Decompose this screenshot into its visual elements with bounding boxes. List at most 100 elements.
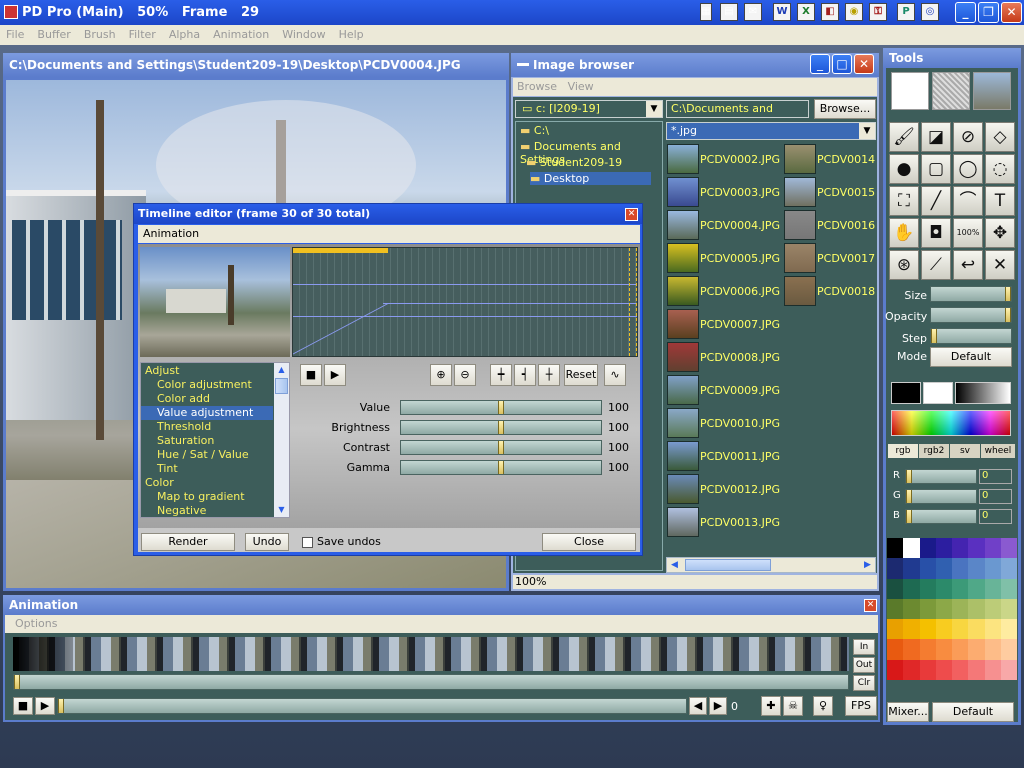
timeline-menu-animation[interactable]: Animation: [143, 227, 199, 240]
thumbnail[interactable]: [667, 375, 699, 405]
list-item[interactable]: Color adjustment: [141, 378, 273, 392]
slider-knob[interactable]: [906, 470, 912, 483]
thumbnail[interactable]: [667, 243, 699, 273]
scroll-left-icon[interactable]: ◀: [667, 558, 682, 572]
palette-swatch[interactable]: [935, 639, 952, 660]
palette-swatch[interactable]: [1000, 619, 1017, 640]
thumbnail[interactable]: [667, 342, 699, 372]
g-slider[interactable]: [905, 489, 977, 504]
list-item[interactable]: Map to gradient: [141, 490, 273, 504]
param-contrast-slider[interactable]: [400, 440, 602, 455]
file-name[interactable]: PCDV0006.JPG: [700, 285, 780, 298]
keyframe-graph[interactable]: [292, 247, 638, 406]
menu-animation[interactable]: Animation: [213, 28, 269, 41]
publisher-icon[interactable]: P: [897, 3, 915, 21]
remove-keyframe-icon[interactable]: ┥: [514, 364, 536, 386]
close-button[interactable]: ✕: [1001, 2, 1022, 23]
file-name[interactable]: PCDV0018.J: [817, 285, 876, 298]
palette-swatch[interactable]: [919, 619, 936, 640]
file-name[interactable]: PCDV0007.JPG: [700, 318, 780, 331]
menu-file[interactable]: File: [6, 28, 24, 41]
file-name[interactable]: PCDV0013.JPG: [700, 516, 780, 529]
file-name[interactable]: PCDV0005.JPG: [700, 252, 780, 265]
menu-alpha[interactable]: Alpha: [169, 28, 200, 41]
palette-swatch[interactable]: [984, 659, 1001, 680]
param-brightness-slider[interactable]: [400, 420, 602, 435]
palette-swatch[interactable]: [887, 639, 904, 660]
restore-button[interactable]: ❐: [978, 2, 999, 23]
tab-wheel[interactable]: wheel: [981, 444, 1015, 458]
palette-swatch[interactable]: [984, 578, 1001, 599]
b-value[interactable]: 0: [979, 509, 1012, 524]
browser-maximize-button[interactable]: □: [832, 54, 852, 74]
browser-hscrollbar[interactable]: ◀ ▶: [666, 557, 876, 573]
opacity-slider[interactable]: [930, 307, 1012, 323]
chevron-down-icon[interactable]: ▼: [859, 123, 875, 139]
palette-swatch[interactable]: [903, 538, 920, 559]
browse-button[interactable]: Browse...: [814, 99, 876, 119]
tree-item-desktop[interactable]: ▬ Desktop: [530, 172, 652, 185]
file-name[interactable]: PCDV0017.J: [817, 252, 876, 265]
secondary-color-swatch[interactable]: [923, 382, 953, 404]
tab-rgb2[interactable]: rgb2: [919, 444, 949, 458]
prev-frame-button[interactable]: ◀: [689, 697, 707, 715]
file-name[interactable]: PCDV0016.J: [817, 219, 876, 232]
r-slider[interactable]: [905, 469, 977, 484]
palette-swatch[interactable]: [968, 659, 985, 680]
onion-skin-button[interactable]: ♀: [813, 696, 833, 716]
palette-swatch[interactable]: [952, 619, 969, 640]
list-item[interactable]: Color add: [141, 392, 273, 406]
timeline-close-icon[interactable]: ✕: [625, 208, 638, 221]
zoom-in-icon[interactable]: ⊕: [430, 364, 452, 386]
file-name[interactable]: PCDV0014.J: [817, 153, 876, 166]
slider-knob[interactable]: [906, 490, 912, 503]
fps-button[interactable]: FPS: [845, 696, 877, 716]
list-item[interactable]: Negative: [141, 504, 273, 517]
palette-swatch[interactable]: [935, 619, 952, 640]
palette-swatch[interactable]: [903, 619, 920, 640]
thumbnail[interactable]: [784, 177, 816, 207]
slider-knob[interactable]: [498, 401, 504, 414]
thumbnail[interactable]: [667, 177, 699, 207]
slider-knob[interactable]: [498, 461, 504, 474]
excel-icon[interactable]: X: [797, 3, 815, 21]
frame-scrubber[interactable]: [13, 674, 849, 690]
browser-menu-view[interactable]: View: [568, 80, 594, 93]
palette-swatch[interactable]: [1000, 659, 1017, 680]
file-name[interactable]: PCDV0012.JPG: [700, 483, 780, 496]
add-frame-button[interactable]: ✚: [761, 696, 781, 716]
palette-swatch[interactable]: [952, 659, 969, 680]
tab-sv[interactable]: sv: [950, 444, 980, 458]
list-item[interactable]: Threshold: [141, 420, 273, 434]
palette-swatch[interactable]: [952, 538, 969, 559]
select-rect-icon[interactable]: ⛶: [889, 186, 919, 216]
clr-button[interactable]: Clr: [853, 675, 875, 691]
palette-swatch[interactable]: [887, 538, 904, 559]
slider-knob[interactable]: [498, 441, 504, 454]
thumbnail[interactable]: [784, 144, 816, 174]
brush-preview-image[interactable]: [973, 72, 1011, 110]
slider-knob[interactable]: [931, 329, 937, 343]
list-item[interactable]: Color: [141, 476, 273, 490]
rectangle-icon[interactable]: ▢: [921, 154, 951, 184]
file-name[interactable]: PCDV0011.JPG: [700, 450, 780, 463]
filmstrip[interactable]: [13, 637, 849, 671]
palette-swatch[interactable]: [887, 558, 904, 579]
palette-swatch[interactable]: [968, 558, 985, 579]
curve-icon[interactable]: ⌒: [953, 186, 983, 216]
brush-preview-dot[interactable]: [891, 72, 929, 110]
timeline-stop-button[interactable]: ■: [300, 364, 322, 386]
scroll-up-icon[interactable]: ▲: [274, 363, 289, 377]
slider-knob[interactable]: [906, 510, 912, 523]
quick-launch-icon[interactable]: ▦: [700, 3, 712, 21]
palette-swatch[interactable]: [952, 578, 969, 599]
playhead-marker[interactable]: [629, 248, 637, 356]
zoom-100-icon[interactable]: 100%: [953, 218, 983, 248]
playback-slider[interactable]: [57, 698, 687, 714]
palette-swatch[interactable]: [952, 598, 969, 620]
menu-help[interactable]: Help: [339, 28, 364, 41]
move-icon[interactable]: ✥: [985, 218, 1015, 248]
palette-swatch[interactable]: [968, 639, 985, 660]
palette-swatch[interactable]: [984, 598, 1001, 620]
palette-swatch[interactable]: [903, 639, 920, 660]
